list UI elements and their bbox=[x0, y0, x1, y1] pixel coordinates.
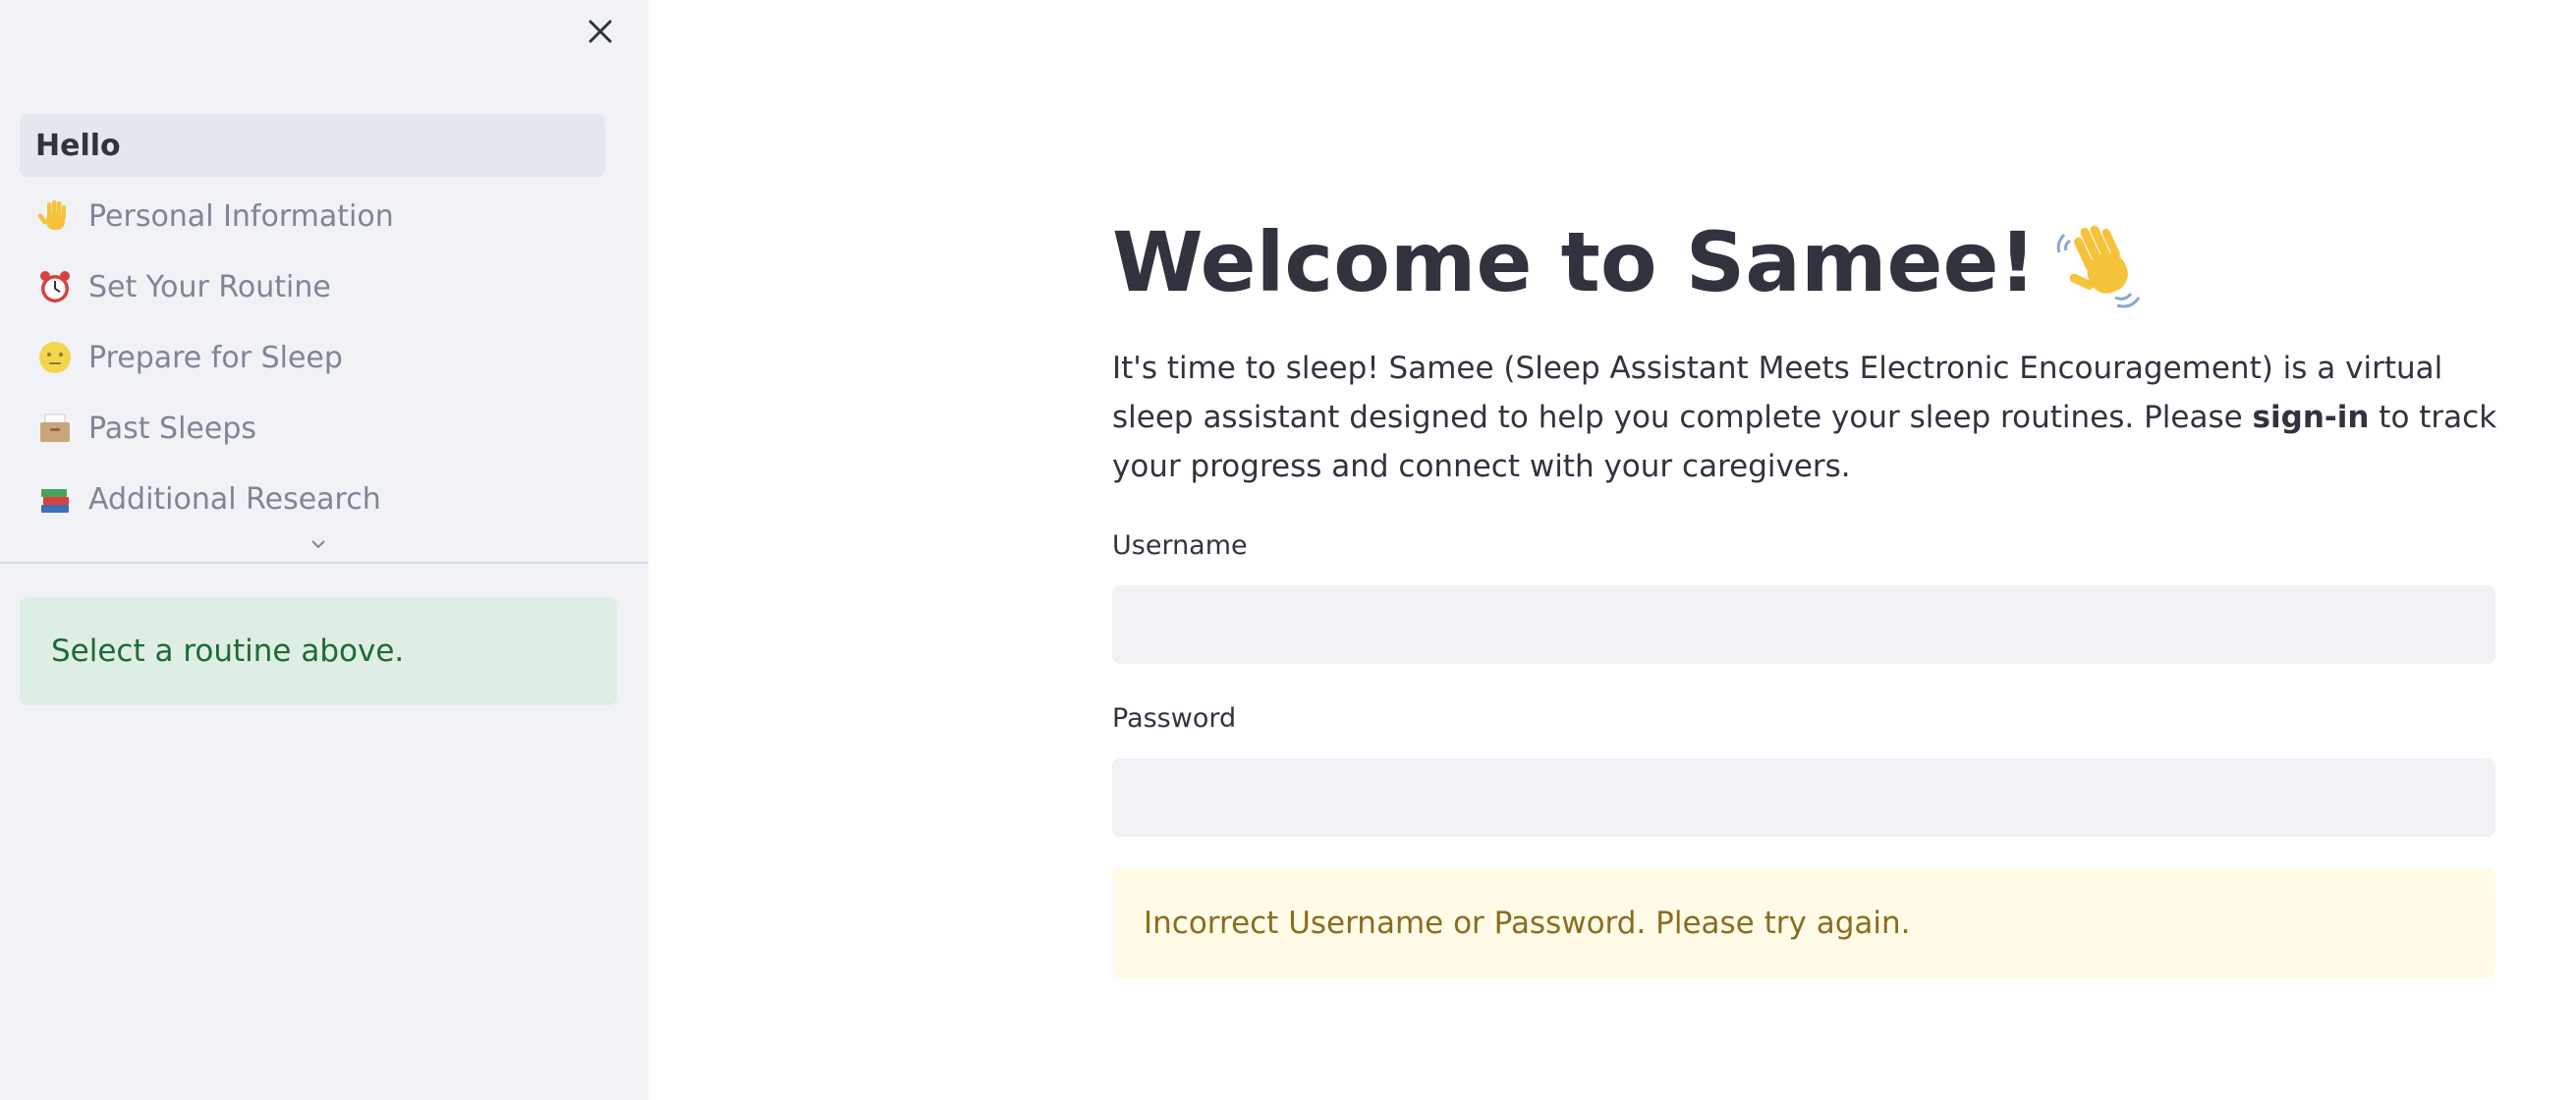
sidebar-info-alert: Select a routine above. bbox=[20, 597, 617, 705]
intro-text-bold: sign-in bbox=[2252, 400, 2370, 435]
sidebar-item-label: Prepare for Sleep bbox=[88, 340, 343, 375]
expand-nav-button[interactable] bbox=[305, 534, 332, 554]
username-input[interactable] bbox=[1112, 585, 2495, 664]
card-file-box-icon bbox=[35, 409, 75, 448]
page-title: Welcome to Samee! bbox=[1112, 208, 2495, 316]
password-input[interactable] bbox=[1112, 758, 2495, 837]
raised-hand-icon bbox=[35, 196, 75, 236]
moon-face-icon bbox=[35, 338, 75, 377]
waving-hand-icon bbox=[2056, 215, 2151, 309]
close-icon bbox=[588, 20, 612, 43]
intro-text-start: It's time to sleep! Samee (Sleep Assista… bbox=[1112, 351, 2443, 435]
sidebar-item-prepare-for-sleep[interactable]: Prepare for Sleep bbox=[20, 326, 605, 389]
app-root: Hello Personal Information Set Your Rout… bbox=[0, 0, 2576, 1100]
alarm-clock-icon bbox=[35, 267, 75, 306]
sidebar-divider bbox=[0, 562, 648, 564]
chevron-down-icon bbox=[311, 540, 325, 549]
sidebar-item-label: Personal Information bbox=[88, 198, 394, 234]
page-title-text: Welcome to Samee! bbox=[1112, 214, 2037, 310]
warning-text: Incorrect Username or Password. Please t… bbox=[1144, 906, 1911, 941]
sidebar-item-label: Hello bbox=[35, 128, 121, 163]
sidebar-item-label: Additional Research bbox=[88, 481, 381, 517]
sidebar-nav: Hello Personal Information Set Your Rout… bbox=[20, 114, 605, 538]
sidebar: Hello Personal Information Set Your Rout… bbox=[0, 0, 648, 1100]
login-warning-alert: Incorrect Username or Password. Please t… bbox=[1112, 868, 2495, 978]
books-icon bbox=[35, 479, 75, 519]
password-label: Password bbox=[1112, 703, 1237, 734]
close-sidebar-button[interactable] bbox=[583, 14, 618, 49]
sidebar-item-set-your-routine[interactable]: Set Your Routine bbox=[20, 255, 605, 318]
sidebar-item-past-sleeps[interactable]: Past Sleeps bbox=[20, 397, 605, 460]
sidebar-item-personal-information[interactable]: Personal Information bbox=[20, 185, 605, 248]
sidebar-item-label: Set Your Routine bbox=[88, 269, 331, 304]
intro-paragraph: It's time to sleep! Samee (Sleep Assista… bbox=[1112, 344, 2507, 491]
sidebar-info-text: Select a routine above. bbox=[51, 633, 405, 669]
username-label: Username bbox=[1112, 530, 1248, 561]
sidebar-item-additional-research[interactable]: Additional Research bbox=[20, 468, 605, 530]
sidebar-item-label: Past Sleeps bbox=[88, 411, 257, 446]
sidebar-item-hello[interactable]: Hello bbox=[20, 114, 605, 177]
